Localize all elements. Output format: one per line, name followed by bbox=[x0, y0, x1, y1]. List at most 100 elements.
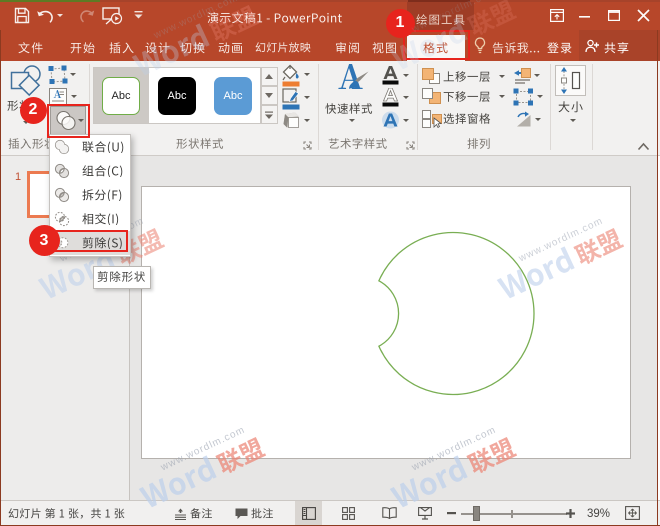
notes-icon[interactable] bbox=[174, 508, 187, 520]
shapes-gallery-icon[interactable] bbox=[10, 63, 44, 99]
shape-styles-group-label bbox=[176, 138, 224, 152]
bring-forward-label[interactable] bbox=[443, 70, 491, 84]
rotate-icon[interactable] bbox=[515, 111, 532, 128]
send-backward-icon[interactable] bbox=[422, 88, 441, 104]
comments-icon[interactable] bbox=[235, 508, 248, 520]
reading-view-button[interactable] bbox=[376, 501, 403, 525]
window-title bbox=[207, 0, 342, 30]
share-button[interactable] bbox=[604, 30, 630, 61]
quick-styles-icon[interactable] bbox=[336, 64, 370, 98]
window-border-right bbox=[657, 30, 658, 526]
rotate-caret[interactable] bbox=[535, 118, 541, 121]
bring-forward-caret[interactable] bbox=[499, 75, 505, 78]
slide-show-button[interactable] bbox=[411, 501, 438, 525]
text-outline-icon[interactable] bbox=[382, 88, 399, 107]
selection-pane-label[interactable] bbox=[443, 112, 491, 126]
size-caret[interactable] bbox=[570, 119, 576, 122]
shape-fill-icon[interactable] bbox=[282, 64, 300, 87]
menu-item-label bbox=[82, 159, 124, 183]
style-thumb-1[interactable]: Abc bbox=[102, 77, 140, 115]
shape-effects-caret[interactable] bbox=[304, 119, 310, 122]
wordart-styles-group-label bbox=[328, 138, 388, 152]
drawing-tools-title bbox=[407, 4, 474, 32]
edit-shape-caret[interactable] bbox=[70, 73, 76, 76]
text-outline-caret[interactable] bbox=[403, 96, 409, 99]
quick-styles-label[interactable] bbox=[325, 102, 373, 116]
style-thumb-2[interactable]: Abc bbox=[158, 77, 196, 115]
minimize-icon[interactable] bbox=[579, 16, 590, 18]
tab-design[interactable] bbox=[145, 30, 171, 61]
tab-animations[interactable] bbox=[218, 30, 244, 61]
tab-review[interactable] bbox=[335, 30, 361, 61]
group-separator bbox=[592, 64, 593, 150]
text-effects-icon[interactable] bbox=[382, 110, 399, 130]
align-caret[interactable] bbox=[534, 74, 540, 77]
group-caret[interactable] bbox=[537, 95, 543, 98]
gallery-more-button[interactable] bbox=[261, 105, 278, 124]
slide-sorter-button[interactable] bbox=[335, 501, 362, 525]
menu-item-combine[interactable] bbox=[51, 159, 130, 183]
sign-in-button[interactable] bbox=[547, 30, 573, 61]
tell-me-box[interactable] bbox=[492, 30, 540, 61]
shape-fill-caret[interactable] bbox=[304, 73, 310, 76]
slide-counter bbox=[8, 501, 125, 526]
zoom-level[interactable]: 39% bbox=[587, 501, 610, 526]
align-icon[interactable] bbox=[514, 68, 531, 84]
lightbulb-icon bbox=[474, 37, 486, 54]
annotation-step-3: 3 bbox=[29, 225, 60, 256]
shape-styles-dialog-launcher[interactable] bbox=[303, 141, 312, 150]
menu-item-union[interactable] bbox=[51, 135, 130, 159]
text-fill-icon[interactable] bbox=[382, 66, 399, 85]
undo-icon[interactable] bbox=[36, 9, 54, 23]
bring-forward-icon[interactable] bbox=[422, 68, 441, 84]
selection-pane-icon[interactable] bbox=[422, 110, 442, 128]
notes-button[interactable] bbox=[190, 501, 213, 526]
redo-icon bbox=[78, 8, 95, 23]
menu-item-fragment[interactable] bbox=[51, 183, 130, 207]
menu-item-intersect[interactable] bbox=[51, 207, 130, 231]
ribbon-display-options-icon[interactable] bbox=[550, 9, 564, 22]
group-separator bbox=[550, 64, 551, 150]
close-icon[interactable] bbox=[637, 9, 650, 22]
gallery-scroll-up[interactable] bbox=[261, 67, 278, 86]
maximize-icon[interactable] bbox=[608, 10, 620, 21]
zoom-out-button[interactable] bbox=[447, 512, 456, 515]
edit-shape-icon[interactable] bbox=[48, 65, 68, 85]
send-backward-label[interactable] bbox=[443, 90, 491, 104]
wordart-dialog-launcher[interactable] bbox=[406, 141, 415, 150]
collapse-ribbon-icon[interactable] bbox=[637, 142, 650, 151]
zoom-slider-thumb[interactable] bbox=[473, 506, 480, 521]
size-button[interactable] bbox=[555, 65, 586, 96]
undo-dropdown-caret[interactable] bbox=[57, 14, 63, 17]
start-slideshow-icon[interactable] bbox=[102, 7, 123, 25]
customize-qat-icon[interactable] bbox=[134, 11, 143, 20]
annotation-step-2: 2 bbox=[20, 97, 47, 124]
text-effects-caret[interactable] bbox=[403, 119, 409, 122]
text-fill-caret[interactable] bbox=[403, 74, 409, 77]
tab-home[interactable] bbox=[70, 30, 96, 61]
tab-slideshow[interactable] bbox=[255, 30, 311, 61]
zoom-in-button[interactable] bbox=[566, 509, 575, 518]
shape-outline-icon[interactable] bbox=[282, 88, 300, 110]
gallery-scroll-down[interactable] bbox=[261, 86, 278, 105]
size-group-button-label[interactable] bbox=[558, 100, 584, 114]
subtracted-circle-shape[interactable] bbox=[141, 186, 631, 459]
style-thumb-3[interactable]: Abc bbox=[214, 77, 252, 115]
send-backward-caret[interactable] bbox=[499, 95, 505, 98]
fit-to-window-icon[interactable] bbox=[625, 506, 640, 520]
tab-insert[interactable] bbox=[109, 30, 135, 61]
abc-label: Abc bbox=[168, 90, 187, 102]
group-icon[interactable] bbox=[513, 88, 534, 106]
normal-view-button[interactable] bbox=[295, 501, 322, 525]
text-box-icon[interactable] bbox=[49, 88, 67, 105]
tab-transitions[interactable] bbox=[180, 30, 206, 61]
shape-outline-caret[interactable] bbox=[304, 96, 310, 99]
shape-effects-icon[interactable] bbox=[282, 111, 301, 130]
text-box-caret[interactable] bbox=[71, 95, 77, 98]
quick-styles-caret[interactable] bbox=[349, 119, 355, 122]
tab-file[interactable] bbox=[18, 30, 44, 61]
annotation-rect-merge-button bbox=[47, 104, 90, 138]
window-border-left bbox=[0, 30, 1, 526]
save-icon[interactable] bbox=[14, 7, 30, 24]
comments-button[interactable] bbox=[251, 501, 274, 526]
